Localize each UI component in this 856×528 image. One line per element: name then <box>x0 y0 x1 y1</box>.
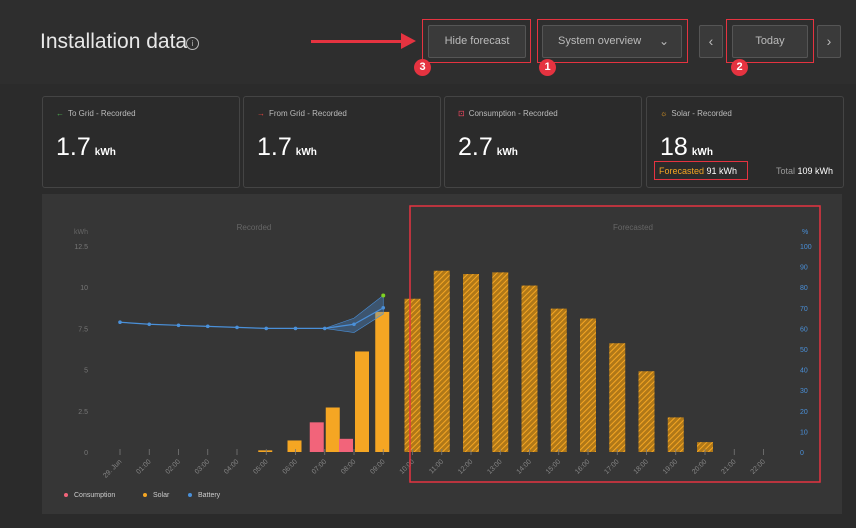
legend-label: Consumption <box>74 492 116 499</box>
card-from-grid: → From Grid - Recorded 1.7 kWh <box>243 96 441 188</box>
total-value: 109 kWh <box>797 166 833 176</box>
legend-item-solar[interactable]: Solar <box>143 492 169 499</box>
today-button[interactable]: Today <box>732 25 808 58</box>
total-label: Total <box>775 166 795 176</box>
card-solar: ☼ Solar - Recorded 18 kWh Forecasted 91 kW… <box>646 96 844 188</box>
legend-item-consumption[interactable]: Consumption <box>64 492 115 499</box>
legend-item-battery[interactable]: Battery <box>188 492 220 499</box>
forecasted-value: 91 kWh <box>706 166 738 176</box>
card-label-text: Consumption - Recorded <box>468 109 558 118</box>
card-label: ☼ Solar - Recorded <box>660 109 732 118</box>
system-select-value: System overview <box>558 35 642 47</box>
annotation-arrow-shaft <box>311 40 406 43</box>
legend-swatch <box>188 493 192 498</box>
chevron-down-icon: ⌄ <box>658 34 669 48</box>
annotation-arrow-head <box>401 33 416 49</box>
page-title: Installation data <box>40 30 188 53</box>
card-value-number: 1.7 <box>56 133 91 161</box>
info-icon[interactable]: i <box>186 37 199 50</box>
legend-label: Battery <box>198 492 221 499</box>
sun-icon: ☼ <box>660 109 668 118</box>
card-value: 2.7 kWh <box>458 133 518 162</box>
arrow-right-icon: → <box>257 109 265 118</box>
card-label: ⊡ Consumption - Recorded <box>458 109 558 118</box>
forecasted-readout: Forecasted 91 kWh <box>659 166 737 176</box>
chart-panel <box>42 194 842 514</box>
card-label: → From Grid - Recorded <box>257 109 347 118</box>
card-value-number: 1.7 <box>257 133 292 161</box>
annotation-badge-1: 1 <box>539 59 556 76</box>
prev-day-button[interactable]: ‹ <box>699 25 723 58</box>
card-consumption: ⊡ Consumption - Recorded 2.7 kWh <box>444 96 642 188</box>
card-value-number: 2.7 <box>458 133 493 161</box>
hide-forecast-button[interactable]: Hide forecast <box>428 25 526 58</box>
system-select[interactable]: System overview ⌄ <box>542 25 682 58</box>
card-label-text: Solar - Recorded <box>671 109 732 118</box>
annotation-badge-2: 2 <box>731 59 748 76</box>
card-value: 1.7 kWh <box>56 133 116 162</box>
card-value-number: 18 <box>660 133 688 161</box>
card-to-grid: ← To Grid - Recorded 1.7 kWh <box>42 96 240 188</box>
card-value-unit: kWh <box>94 147 116 158</box>
chevron-right-icon: › <box>826 33 832 49</box>
card-value: 18 kWh <box>660 133 713 162</box>
card-value-unit: kWh <box>496 147 518 158</box>
annotation-badge-3: 3 <box>414 59 431 76</box>
card-value: 1.7 kWh <box>257 133 317 162</box>
legend-swatch <box>143 493 147 498</box>
card-label-text: To Grid - Recorded <box>68 109 136 118</box>
legend-label: Solar <box>153 492 170 499</box>
chevron-left-icon: ‹ <box>708 33 714 49</box>
card-label-text: From Grid - Recorded <box>269 109 347 118</box>
card-value-unit: kWh <box>691 147 713 158</box>
total-readout: Total 109 kWh <box>776 166 833 176</box>
arrow-left-icon: ← <box>56 109 64 118</box>
card-label: ← To Grid - Recorded <box>56 109 136 118</box>
next-day-button[interactable]: › <box>817 25 841 58</box>
plug-icon: ⊡ <box>458 109 465 118</box>
card-value-unit: kWh <box>295 147 317 158</box>
forecasted-label: Forecasted <box>659 166 705 176</box>
legend-swatch <box>64 493 68 498</box>
